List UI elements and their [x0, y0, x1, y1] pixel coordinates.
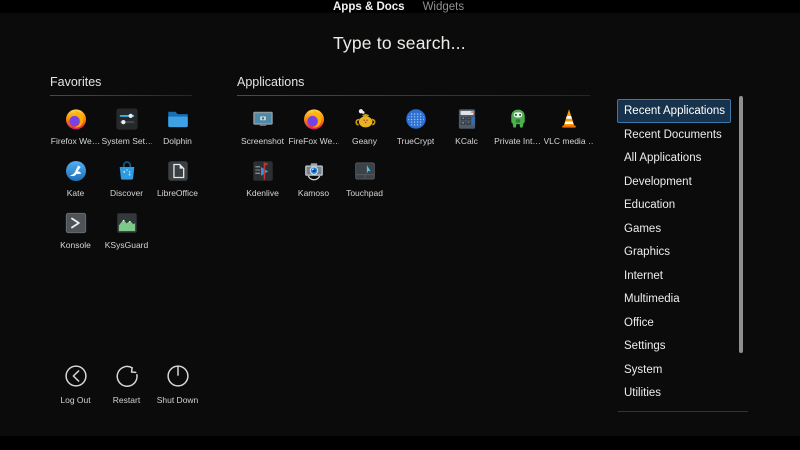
app-tile-firefox-we[interactable]: FireFox We…	[288, 102, 339, 154]
app-label: Kate	[66, 188, 85, 198]
category-item-utilities[interactable]: Utilities	[617, 381, 731, 405]
app-tile-kcalc[interactable]: + − × ÷ KCalc	[441, 102, 492, 154]
svg-text:−: −	[467, 117, 469, 121]
category-list-divider	[618, 411, 748, 412]
app-label: System Set…	[101, 136, 152, 146]
category-item-education[interactable]: Education	[617, 193, 731, 217]
category-item-settings[interactable]: Settings	[617, 334, 731, 358]
discover-icon	[114, 158, 140, 184]
geany-icon	[352, 106, 378, 132]
app-label: KSysGuard	[104, 240, 149, 250]
kamoso-icon	[301, 158, 327, 184]
app-label: KCalc	[455, 136, 478, 146]
power-label: Shut Down	[156, 395, 199, 405]
category-scrollbar[interactable]	[739, 96, 743, 353]
app-tile-dolphin[interactable]: Dolphin	[152, 102, 203, 154]
app-tile-system-set[interactable]: System Set…	[101, 102, 152, 154]
favorites-grid: Firefox We… System Set… Dolphin Kate Discove…	[50, 102, 203, 258]
applications-section: Applications Screenshot FireFox We… Geany T…	[237, 75, 594, 206]
app-tile-private-int[interactable]: Private Int…	[492, 102, 543, 154]
truecrypt-icon	[403, 106, 429, 132]
kdenlive-icon	[250, 158, 276, 184]
applications-title: Applications	[237, 75, 305, 89]
category-item-games[interactable]: Games	[617, 217, 731, 241]
kcalc-icon: + − × ÷	[454, 106, 480, 132]
restart-button[interactable]: Restart	[101, 362, 152, 410]
firefox-icon	[301, 106, 327, 132]
power-label: Log Out	[60, 395, 91, 405]
app-tile-kdenlive[interactable]: Kdenlive	[237, 154, 288, 206]
pia-icon	[505, 106, 531, 132]
restart-icon	[113, 362, 141, 390]
svg-text:÷: ÷	[467, 121, 469, 125]
system-settings-icon	[114, 106, 140, 132]
app-tile-truecrypt[interactable]: TrueCrypt	[390, 102, 441, 154]
category-item-system[interactable]: System	[617, 358, 731, 382]
ksysguard-icon	[114, 210, 140, 236]
kate-icon	[63, 158, 89, 184]
app-tile-libreoffice[interactable]: LibreOffice	[152, 154, 203, 206]
applications-divider	[237, 95, 590, 96]
app-label: Private Int…	[494, 136, 541, 146]
category-item-graphics[interactable]: Graphics	[617, 240, 731, 264]
app-tile-screenshot[interactable]: Screenshot	[237, 102, 288, 154]
app-label: Kdenlive	[246, 188, 279, 198]
app-label: Screenshot	[241, 136, 284, 146]
category-item-multimedia[interactable]: Multimedia	[617, 287, 731, 311]
applications-grid: Screenshot FireFox We… Geany TrueCrypt + − × ÷ K…	[237, 102, 594, 206]
app-tile-vlc-media[interactable]: VLC media …	[543, 102, 594, 154]
category-item-all-applications[interactable]: All Applications	[617, 146, 731, 170]
app-tile-kamoso[interactable]: Kamoso	[288, 154, 339, 206]
app-label: Geany	[351, 136, 378, 146]
category-item-recent-documents[interactable]: Recent Documents	[617, 123, 731, 147]
shut-down-button[interactable]: Shut Down	[152, 362, 203, 410]
tab-bar: Apps & Docs Widgets	[333, 1, 464, 13]
category-item-office[interactable]: Office	[617, 311, 731, 335]
category-item-recent-applications[interactable]: Recent Applications	[617, 99, 731, 123]
konsole-icon	[63, 210, 89, 236]
app-label: Touchpad	[346, 188, 383, 198]
category-item-internet[interactable]: Internet	[617, 264, 731, 288]
favorites-title: Favorites	[50, 75, 102, 89]
app-label: Discover	[109, 188, 144, 198]
app-label: FireFox We…	[288, 136, 339, 146]
app-label: TrueCrypt	[396, 136, 435, 146]
vlc-icon	[556, 106, 582, 132]
svg-text:+: +	[462, 117, 464, 121]
firefox-icon	[63, 106, 89, 132]
app-tile-firefox-we[interactable]: Firefox We…	[50, 102, 101, 154]
app-label: Dolphin	[163, 136, 192, 146]
category-list: Recent Applications Recent Documents All A…	[617, 99, 731, 405]
favorites-divider	[50, 95, 192, 96]
app-tile-touchpad[interactable]: Touchpad	[339, 154, 390, 206]
app-tile-kate[interactable]: Kate	[50, 154, 101, 206]
screenshot-icon	[250, 106, 276, 132]
category-item-development[interactable]: Development	[617, 170, 731, 194]
power-actions: Log Out Restart Shut Down	[50, 362, 203, 410]
app-tile-ksysguard[interactable]: KSysGuard	[101, 206, 152, 258]
favorites-section: Favorites Firefox We… System Set… Dolphin K…	[50, 75, 203, 258]
log-out-button[interactable]: Log Out	[50, 362, 101, 410]
dolphin-icon	[165, 106, 191, 132]
svg-text:×: ×	[462, 121, 464, 125]
libreoffice-icon	[165, 158, 191, 184]
logout-icon	[62, 362, 90, 390]
shutdown-icon	[164, 362, 192, 390]
tab-apps-docs[interactable]: Apps & Docs	[333, 1, 405, 13]
touchpad-icon	[352, 158, 378, 184]
app-label: Firefox We…	[50, 136, 101, 146]
app-tile-konsole[interactable]: Konsole	[50, 206, 101, 258]
app-label: LibreOffice	[157, 188, 198, 198]
app-label: Konsole	[60, 240, 91, 250]
search-input[interactable]: Type to search...	[333, 33, 466, 54]
tab-widgets[interactable]: Widgets	[423, 1, 465, 13]
power-label: Restart	[112, 395, 141, 405]
app-label: Kamoso	[297, 188, 330, 198]
app-label: VLC media …	[543, 136, 594, 146]
app-tile-geany[interactable]: Geany	[339, 102, 390, 154]
app-tile-discover[interactable]: Discover	[101, 154, 152, 206]
